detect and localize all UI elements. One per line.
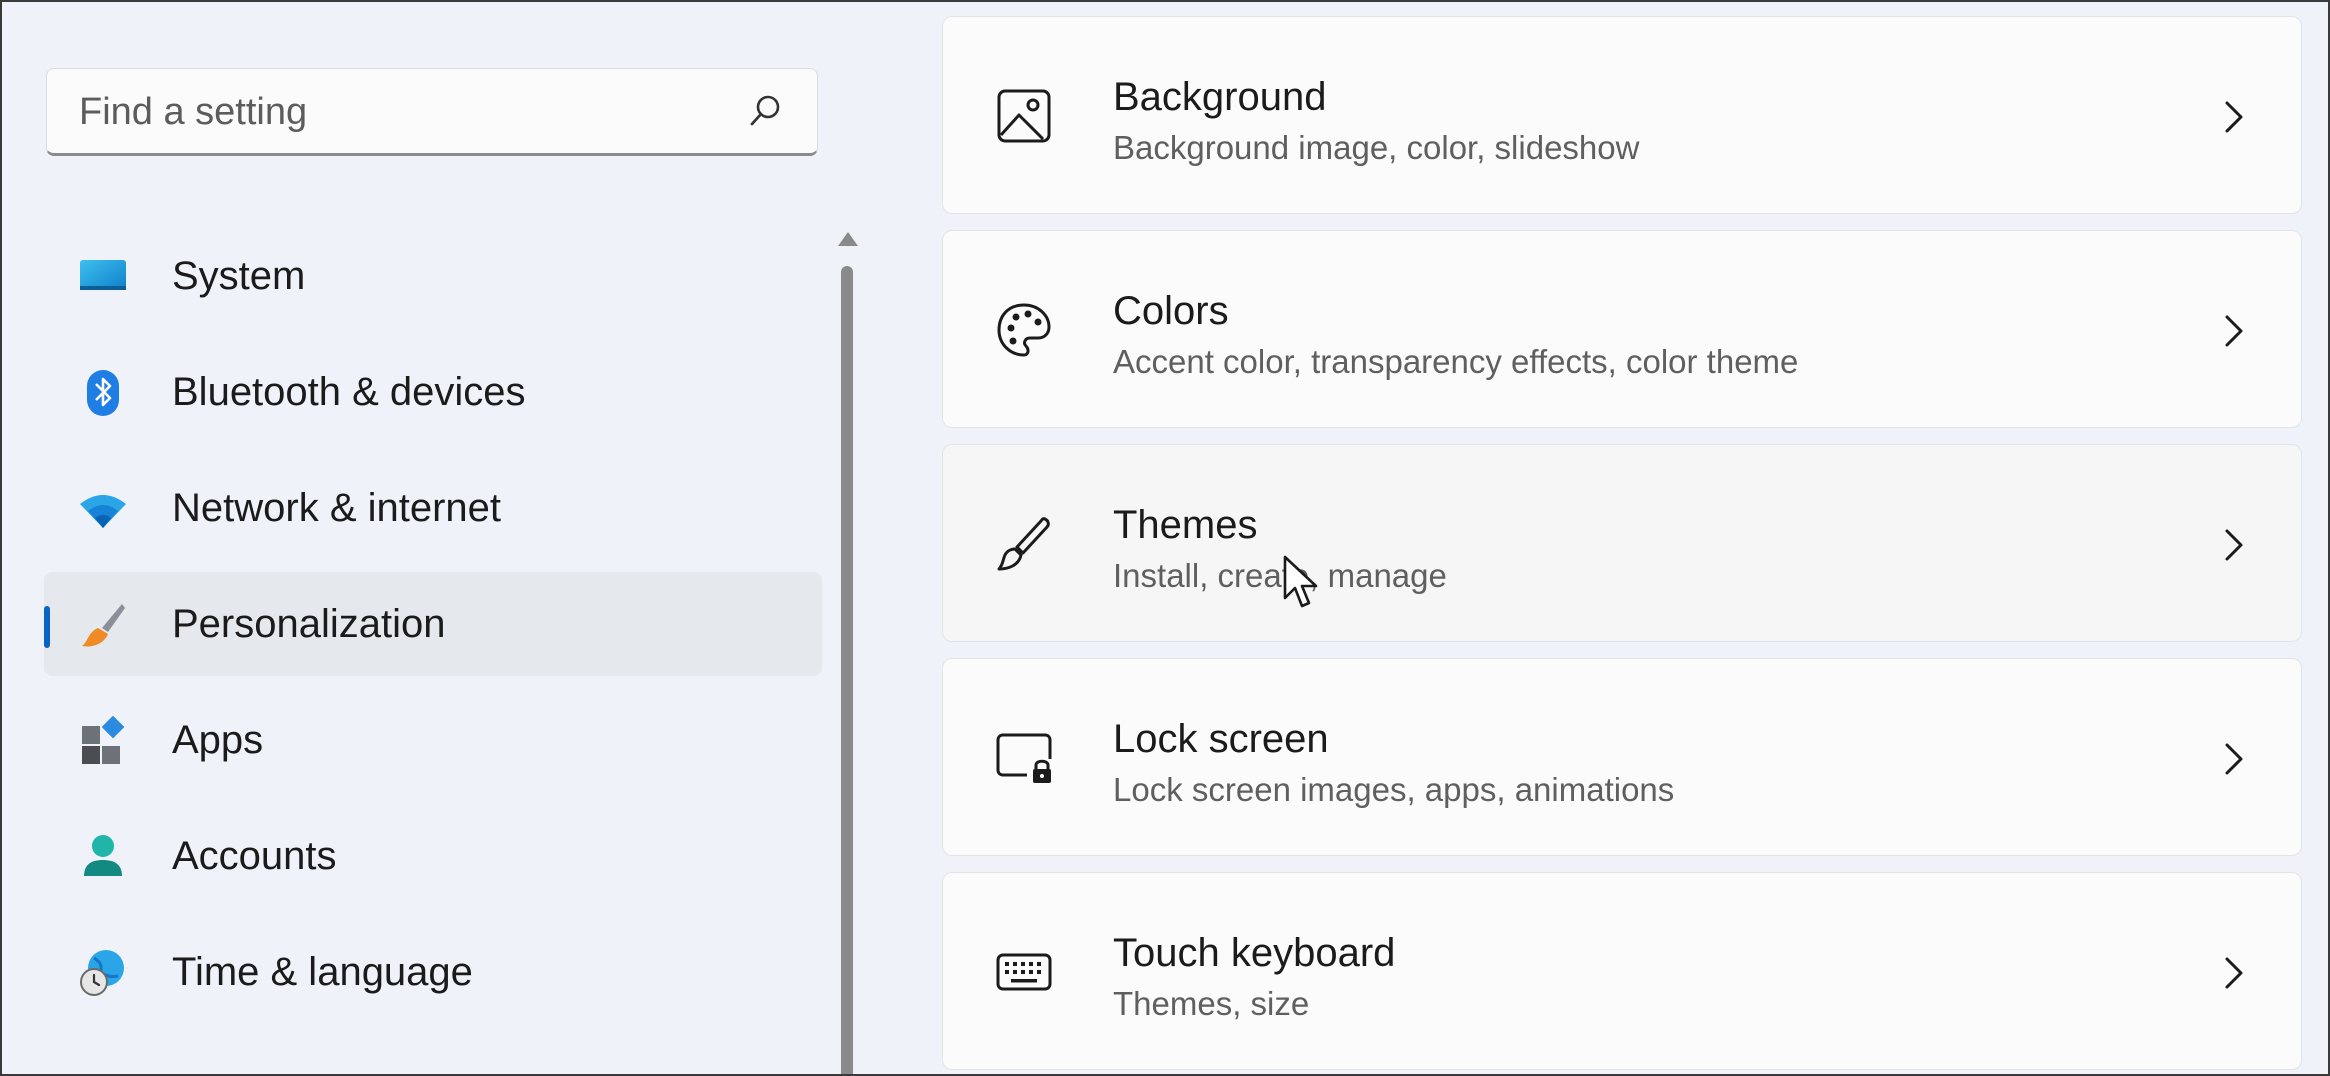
lock-screen-icon [996, 733, 1052, 783]
card-subtitle: Install, create, manage [1113, 557, 1447, 594]
sidebar-item-time-language[interactable]: Time & language [44, 920, 822, 1024]
keyboard-icon [996, 953, 1052, 991]
chevron-right-icon [2225, 101, 2243, 133]
image-icon [997, 89, 1051, 143]
scroll-up-arrow-icon[interactable] [838, 232, 858, 246]
search-icon[interactable] [745, 91, 785, 131]
card-subtitle: Themes, size [1113, 985, 1310, 1022]
chevron-right-icon [2225, 957, 2243, 989]
card-themes[interactable]: Themes Install, create, manage [942, 444, 2302, 642]
personalization-cards: Background Background image, color, slid… [942, 16, 2302, 1074]
card-lock-screen[interactable]: Lock screen Lock screen images, apps, an… [942, 658, 2302, 856]
sidebar-item-label: Bluetooth & devices [172, 370, 526, 414]
search-input[interactable] [77, 69, 741, 155]
sidebar-item-label: Time & language [172, 950, 473, 994]
sidebar-nav: System Bluetooth & devices Network & int… [44, 224, 822, 1036]
card-colors[interactable]: Colors Accent color, transparency effect… [942, 230, 2302, 428]
card-title: Background [1113, 75, 1327, 119]
bluetooth-icon [87, 370, 119, 416]
brush-icon [997, 517, 1050, 571]
chevron-right-icon [2225, 743, 2243, 775]
sidebar-item-apps[interactable]: Apps [44, 688, 822, 792]
mouse-cursor-icon [1283, 555, 1318, 608]
sidebar-item-label: Apps [172, 718, 264, 762]
card-title: Colors [1113, 289, 1229, 333]
palette-icon [997, 303, 1051, 357]
sidebar-item-label: Network & internet [172, 486, 502, 530]
chevron-right-icon [2225, 529, 2243, 561]
chevron-right-icon [2225, 315, 2243, 347]
card-title: Lock screen [1113, 717, 1329, 761]
sidebar-item-label: Personalization [172, 602, 446, 646]
search-box[interactable] [46, 68, 818, 156]
card-subtitle: Lock screen images, apps, animations [1113, 771, 1675, 808]
sidebar-item-personalization[interactable]: Personalization [44, 572, 822, 676]
card-title: Touch keyboard [1113, 931, 1396, 975]
monitor-icon [80, 260, 126, 290]
person-icon [84, 835, 122, 876]
card-subtitle: Background image, color, slideshow [1113, 129, 1640, 166]
globe-clock-icon [80, 950, 124, 996]
card-title: Themes [1113, 503, 1258, 547]
selection-indicator [44, 606, 50, 648]
settings-window: System Bluetooth & devices Network & int… [0, 0, 2330, 1076]
sidebar-scrollbar[interactable] [834, 224, 860, 1074]
card-background[interactable]: Background Background image, color, slid… [942, 16, 2302, 214]
sidebar-item-system[interactable]: System [44, 224, 822, 328]
sidebar-item-accounts[interactable]: Accounts [44, 804, 822, 908]
card-subtitle: Accent color, transparency effects, colo… [1113, 343, 1799, 380]
paintbrush-icon [82, 604, 125, 647]
sidebar-item-network[interactable]: Network & internet [44, 456, 822, 560]
apps-icon [82, 716, 125, 764]
wifi-icon [80, 495, 126, 528]
sidebar-item-label: Accounts [172, 834, 337, 878]
sidebar-item-label: System [172, 254, 306, 298]
scroll-thumb[interactable] [841, 266, 853, 1074]
sidebar-item-bluetooth[interactable]: Bluetooth & devices [44, 340, 822, 444]
card-touch-keyboard[interactable]: Touch keyboard Themes, size [942, 872, 2302, 1070]
